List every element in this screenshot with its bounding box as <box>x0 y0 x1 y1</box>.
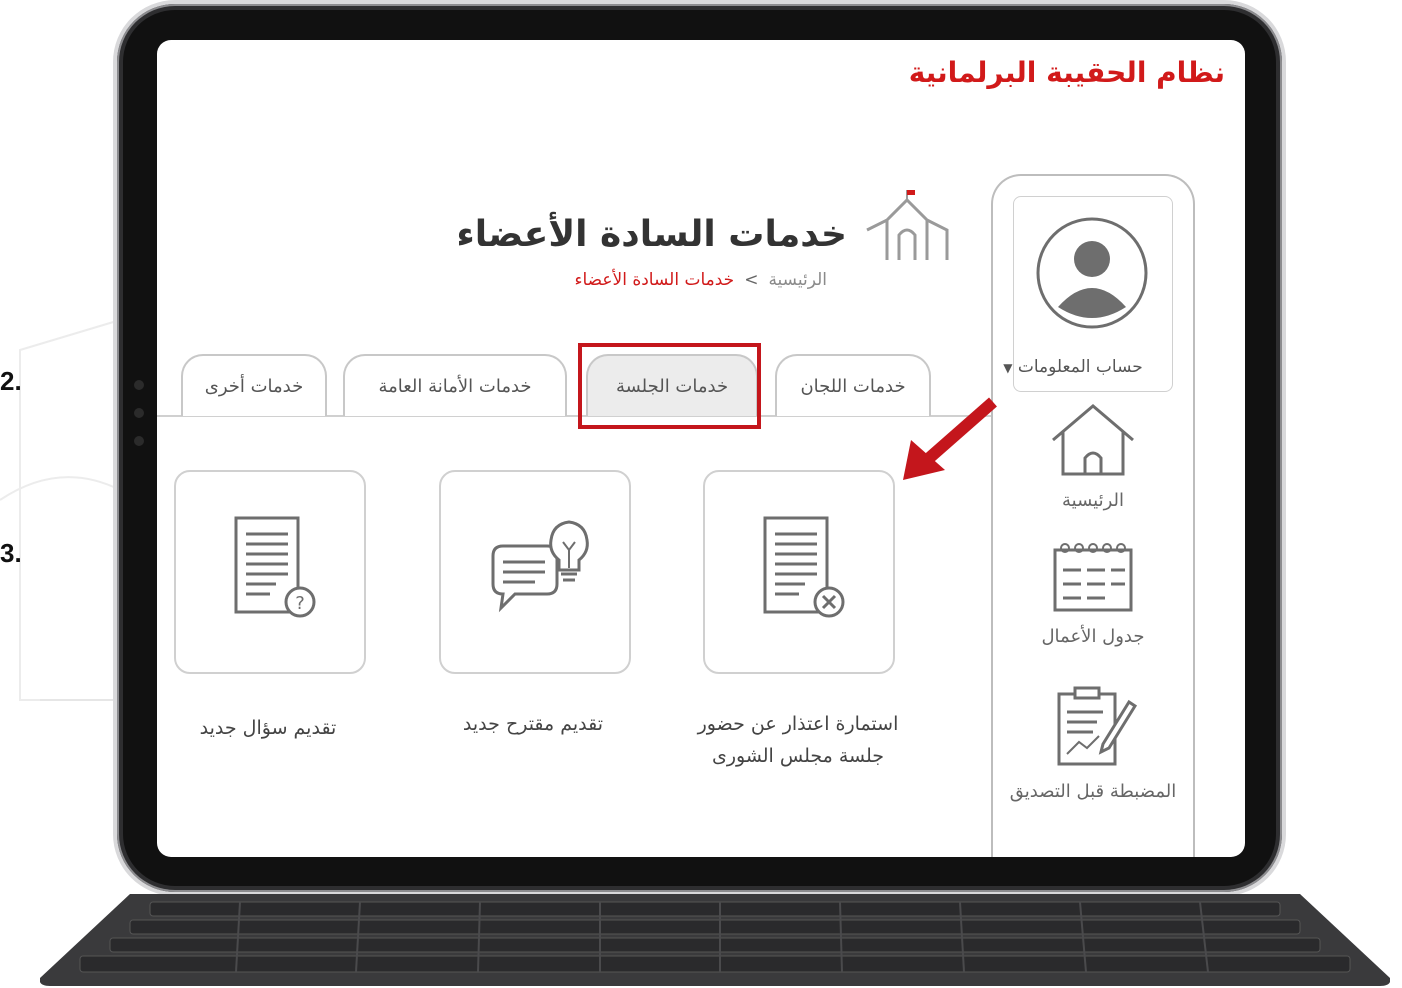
document-cancel-icon <box>763 516 845 618</box>
account-label: حساب المعلومات <box>1017 357 1143 377</box>
calendar-icon <box>1053 543 1133 612</box>
keyboard-case <box>40 894 1390 986</box>
parliament-building-icon <box>866 190 949 260</box>
service-label-new-proposal: تقديم مقترح جديد <box>462 713 604 735</box>
step-number-3: 3. <box>0 538 22 568</box>
tab-general-secretariat-services[interactable]: خدمات الأمانة العامة <box>343 354 567 416</box>
account-menu-button[interactable]: حساب المعلومات ▼ <box>968 357 1178 377</box>
active-tab-highlight-box <box>578 343 761 429</box>
pointer-arrow-icon <box>903 397 997 480</box>
sidebar-item-minutes[interactable]: المضبطة قبل التصديق <box>993 684 1193 808</box>
tab-label: خدمات الأمانة العامة <box>378 375 532 397</box>
sidebar-item-label: جدول الأعمال <box>1041 626 1145 647</box>
sidebar-item-home[interactable]: الرئيسية <box>993 402 1193 511</box>
clipboard-edit-icon <box>1057 686 1138 766</box>
tab-label: خدمات اللجان <box>800 375 906 397</box>
document-question-icon: ? <box>234 516 316 618</box>
profile-card[interactable]: حساب المعلومات ▼ <box>1003 196 1173 392</box>
tab-label: خدمات أخرى <box>204 375 304 397</box>
breadcrumb-separator: > <box>744 270 759 290</box>
breadcrumb-current: خدمات السادة الأعضاء <box>574 270 735 290</box>
svg-text:?: ? <box>295 593 305 614</box>
service-card-absence-form[interactable] <box>703 470 895 674</box>
caret-down-icon: ▼ <box>1003 361 1013 375</box>
tab-other-services[interactable]: خدمات أخرى <box>181 354 327 416</box>
service-label-new-question: تقديم سؤال جديد <box>199 717 337 739</box>
service-label-absence-form: استمارة اعتذار عن حضور جلسة مجلس الشورى <box>697 713 899 767</box>
service-card-new-question[interactable]: ? <box>174 470 366 674</box>
service-card-new-proposal[interactable] <box>439 470 631 674</box>
avatar-icon <box>1036 217 1148 329</box>
page-header: خدمات السادة الأعضاء الرئيسية > خدمات السا… <box>357 190 957 300</box>
sidebar-item-label: الرئيسية <box>1062 490 1124 511</box>
idea-chat-icon <box>491 520 589 613</box>
home-icon <box>1052 404 1134 476</box>
breadcrumb-home-link[interactable]: الرئيسية <box>768 270 827 290</box>
sidebar-item-agenda[interactable]: جدول الأعمال <box>993 538 1193 647</box>
sidebar: حساب المعلومات ▼ الرئيسية جدول الأعمال ا… <box>991 174 1195 857</box>
page-title: خدمات السادة الأعضاء <box>456 214 847 255</box>
sidebar-item-label: المضبطة قبل التصديق <box>1009 781 1177 802</box>
camera-dots <box>133 380 145 520</box>
step-number-2: 2. <box>0 366 22 396</box>
app-screen: نظام الحقيبة البرلمانية خدمات السادة الأ… <box>157 40 1245 857</box>
app-title: نظام الحقيبة البرلمانية <box>908 56 1225 89</box>
breadcrumb: الرئيسية > خدمات السادة الأعضاء <box>574 270 827 290</box>
